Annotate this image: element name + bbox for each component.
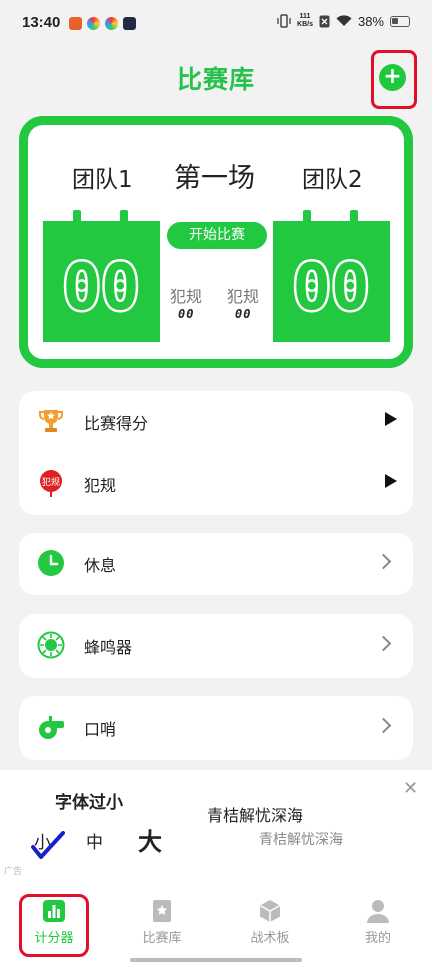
team2-score[interactable]: 00 (273, 221, 390, 342)
team1-score[interactable]: 00 (43, 221, 160, 342)
status-indicators: 111 KB/s 38% (277, 13, 410, 29)
ad-subtitle-secondary: 青桔解忧深海 (259, 832, 343, 848)
team2-name[interactable]: 团队2 (302, 160, 363, 194)
menu-item-label: 蜂鸣器 (84, 638, 133, 657)
tab-label: 比赛库 (142, 931, 182, 946)
team1-foul-label: 犯规 (170, 287, 203, 306)
menu-item-rest[interactable]: 休息 (19, 533, 413, 595)
ad-title: 字体过小 (55, 793, 123, 813)
menu-item-whistle[interactable]: 口哨 (19, 697, 413, 759)
battery-percent: 38% (357, 13, 384, 29)
ad-subtitle: 青桔解忧深海 (207, 806, 304, 825)
app-notification-icon (123, 17, 136, 30)
menu-item-label: 口哨 (84, 720, 117, 739)
team1-foul-count[interactable]: 00 (178, 307, 194, 321)
status-bar: 13:40 111 KB/s 38% (0, 0, 432, 50)
notification-icons (69, 17, 136, 30)
menu-item-label: 犯规 (84, 476, 117, 495)
person-icon (367, 900, 389, 923)
wifi-icon (336, 15, 352, 26)
menu-card-rest[interactable]: 休息 (19, 533, 413, 595)
status-time: 13:40 (22, 14, 61, 31)
play-icon[interactable] (385, 474, 397, 488)
star-book-icon (153, 900, 171, 922)
menu-card-main: 比赛得分 犯规 犯规 (19, 391, 413, 515)
tab-tactics-board[interactable]: 战术板 (216, 890, 324, 954)
tab-label: 我的 (364, 931, 391, 946)
svg-text:00: 00 (292, 251, 369, 325)
sim-off-icon (319, 15, 330, 27)
ad-size-large: 大 (138, 828, 162, 856)
play-icon[interactable] (385, 412, 397, 426)
svg-text:00: 00 (62, 251, 139, 325)
foul-sign-icon: 犯规 (40, 470, 62, 497)
match-title[interactable]: 第一场 (174, 156, 255, 195)
team1-name[interactable]: 团队1 (72, 160, 133, 194)
menu-item-label: 休息 (84, 556, 117, 575)
chevron-right-icon (375, 553, 392, 570)
close-icon[interactable]: ✕ (403, 778, 418, 799)
app-notification-icon (105, 17, 118, 30)
checkmark-icon (31, 831, 65, 859)
home-indicator (130, 958, 302, 962)
chevron-right-icon (375, 635, 392, 652)
menu-card-buzzer[interactable]: 蜂鸣器 (19, 614, 413, 678)
highlight-box-tab (19, 894, 89, 957)
highlight-box-add (371, 50, 417, 109)
whistle-icon (39, 716, 64, 739)
team2-score-board[interactable]: 00 (273, 210, 390, 342)
tab-label: 战术板 (250, 931, 290, 946)
page-title: 比赛库 (176, 65, 255, 94)
team2-foul-label: 犯规 (227, 287, 260, 306)
team2-foul-count[interactable]: 00 (235, 307, 251, 321)
tab-mine[interactable]: 我的 (324, 890, 432, 954)
battery-icon (390, 15, 410, 27)
ad-size-medium: 中 (86, 833, 103, 853)
svg-text:犯规: 犯规 (42, 477, 60, 488)
menu-item-match-score[interactable]: 比赛得分 (19, 391, 413, 453)
vibrate-icon (277, 14, 291, 28)
menu-item-buzzer[interactable]: 蜂鸣器 (19, 615, 413, 677)
tab-match-library[interactable]: 比赛库 (108, 890, 216, 954)
menu-item-label: 比赛得分 (84, 414, 149, 433)
buzzer-icon (37, 631, 65, 659)
team1-score-board[interactable]: 00 (43, 210, 160, 342)
ad-tag: 广告 (4, 867, 23, 877)
scoreboard: 团队1 第一场 团队2 00 开始比赛 犯规 犯规 00 00 00 (19, 116, 413, 368)
start-match-button[interactable]: 开始比赛 (167, 222, 267, 249)
net-speed: 111 KB/s (297, 13, 313, 28)
app-notification-icon (69, 17, 82, 30)
cube-icon (259, 900, 281, 922)
menu-card-whistle[interactable]: 口哨 (19, 696, 413, 760)
menu-item-foul[interactable]: 犯规 犯规 (19, 453, 413, 515)
chevron-right-icon (375, 717, 392, 734)
trophy-icon (39, 410, 63, 432)
clock-icon (38, 550, 64, 576)
app-notification-icon (87, 17, 100, 30)
ad-banner[interactable]: 字体过小 青桔解忧深海 青桔解忧深海 小 中 大 ✕ 广告 (0, 770, 432, 890)
